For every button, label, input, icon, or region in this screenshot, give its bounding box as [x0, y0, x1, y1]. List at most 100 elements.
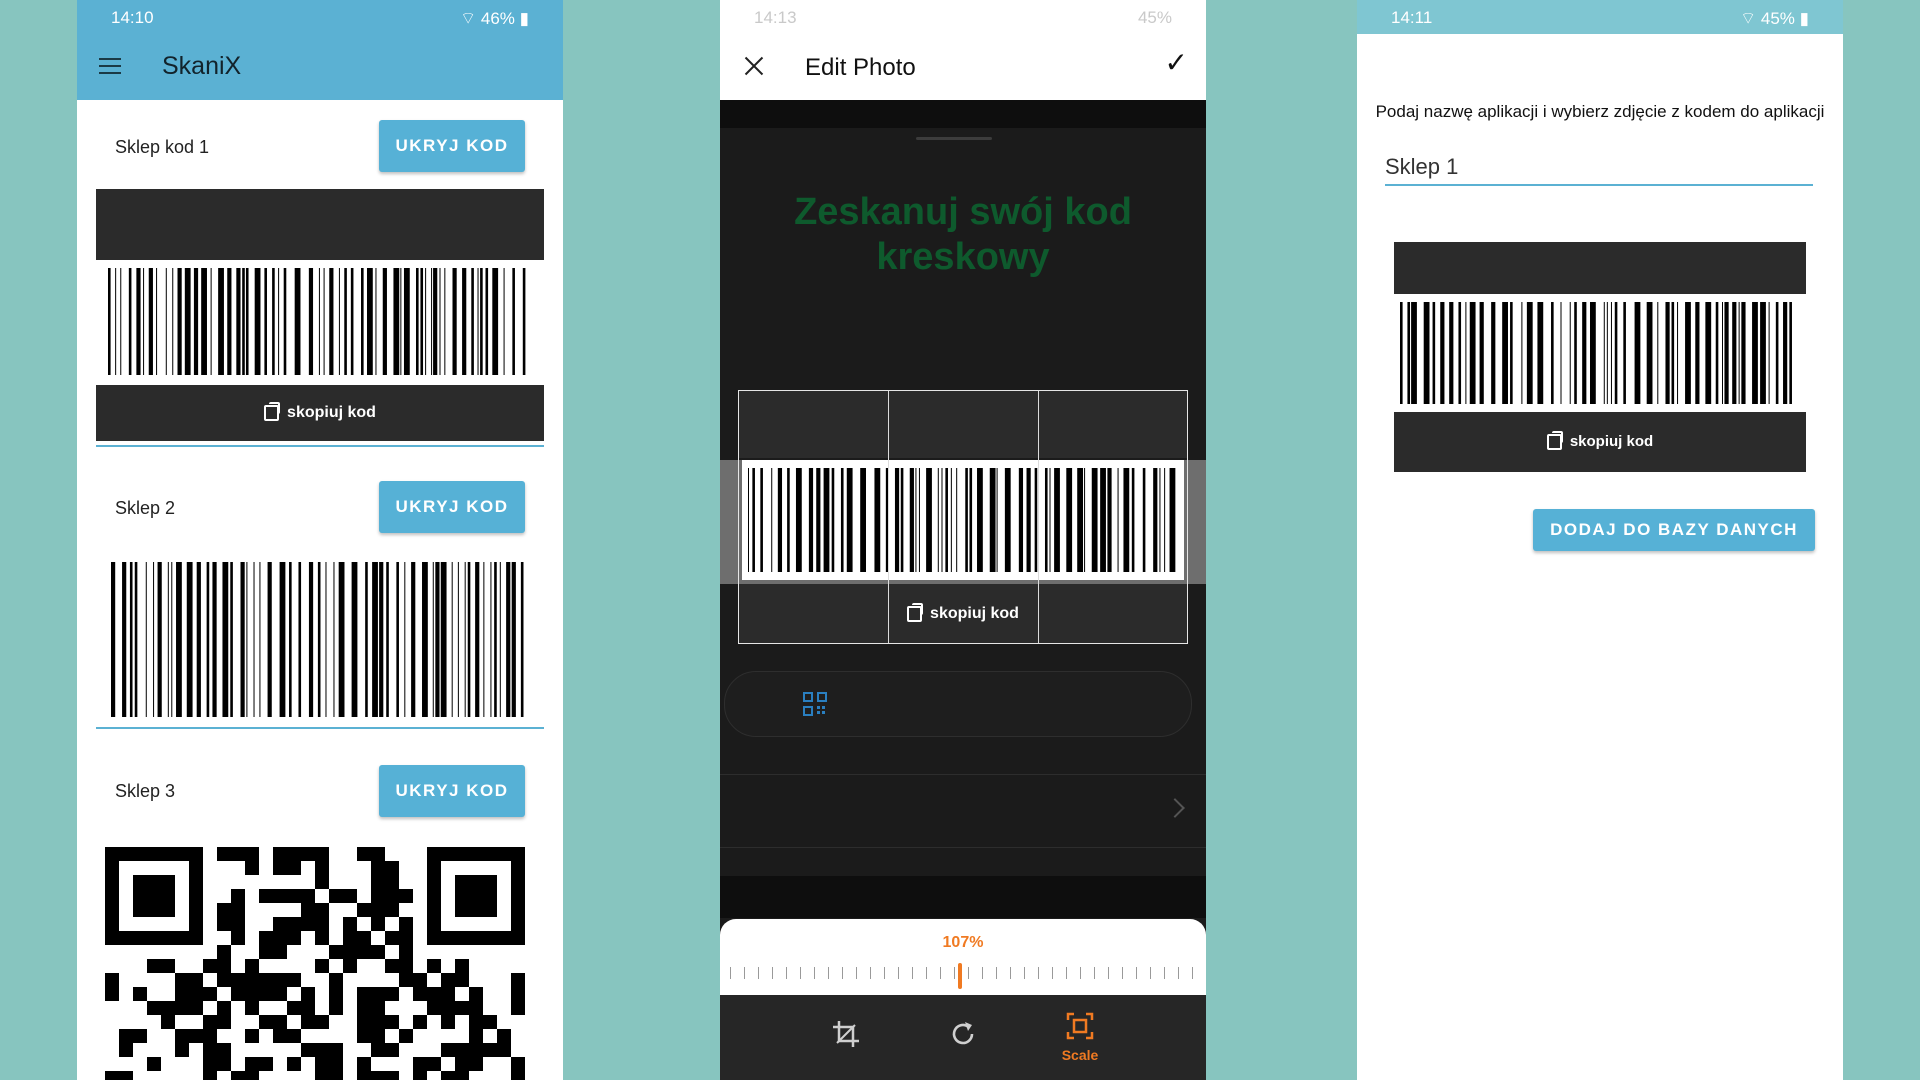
scale-ruler-tick [968, 967, 969, 979]
scale-ruler-tick [926, 967, 927, 979]
qr-scan-icon[interactable] [803, 692, 827, 716]
scale-ruler-tick [1136, 967, 1137, 979]
copy-code-button[interactable]: skopiuj kod [96, 385, 544, 441]
card-divider [96, 445, 544, 447]
hide-code-button[interactable]: UKRYJ KOD [379, 765, 525, 817]
scale-ruler-tick [1010, 967, 1011, 979]
scale-ruler-tick [870, 967, 871, 979]
barcode-header-block [96, 189, 544, 260]
app-title: SkaniX [162, 52, 242, 80]
zoom-level: 107% [942, 934, 984, 951]
status-right: 45% [1138, 8, 1172, 28]
wifi-icon: ⌔ [460, 9, 477, 28]
copy-code-button[interactable]: skopiuj kod [1394, 412, 1806, 472]
scale-ruler-tick [954, 967, 955, 979]
barcode-image [105, 562, 535, 717]
copy-label: skopiuj kod [1569, 433, 1654, 450]
scale-panel: 107% [720, 919, 1206, 995]
scale-ruler[interactable] [726, 963, 1200, 989]
hide-code-button[interactable]: UKRYJ KOD [379, 120, 525, 172]
instruction-text: Podaj nazwę aplikacji i wybierz zdjęcie … [1375, 102, 1825, 121]
scale-icon [1066, 1012, 1094, 1040]
scale-label: Scale [1061, 1047, 1099, 1063]
scale-ruler-tick [898, 967, 899, 979]
status-time: 14:11 [1391, 8, 1433, 27]
scale-ruler-tick [940, 967, 941, 979]
wifi-icon: ⌔ [1740, 9, 1757, 28]
scale-ruler-tick [828, 967, 829, 979]
battery-icon: ▮ [519, 9, 529, 28]
status-bar: 14:10 ⌔ 46% ▮ [77, 0, 563, 34]
scale-ruler-tick [856, 967, 857, 979]
card-label: Sklep kod 1 [115, 137, 210, 157]
battery-text: 45% [1137, 8, 1172, 27]
rotate-tool[interactable] [903, 995, 1023, 1080]
crop-icon [833, 1021, 859, 1047]
status-time: 14:13 [754, 8, 797, 27]
add-to-database-button[interactable]: DODAJ DO BAZY DANYCH [1533, 509, 1815, 551]
scale-ruler-tick [1108, 967, 1109, 979]
phone-skanix-list: 14:10 ⌔ 46% ▮ SkaniX Sklep kod 1 UKRYJ K… [77, 0, 563, 1080]
status-right: ⌔ 45% ▮ [1740, 8, 1809, 29]
scale-ruler-tick [1024, 967, 1025, 979]
battery-icon: ▮ [1799, 9, 1809, 28]
scale-ruler-tick [1164, 967, 1165, 979]
scale-ruler-tick [1150, 967, 1151, 979]
top-strip [720, 100, 1206, 128]
scale-ruler-tick [744, 967, 745, 979]
battery-text: 46% [480, 9, 515, 28]
battery-text: 45% [1760, 9, 1795, 28]
qr-code-image [105, 847, 525, 1080]
scale-tool[interactable]: Scale [1020, 995, 1140, 1080]
bottom-strip [720, 876, 1206, 918]
scale-ruler-tick [758, 967, 759, 979]
phone-edit-photo: 14:13 45% Edit Photo ✓ Zeskanuj swój kod… [720, 0, 1206, 1080]
scale-ruler-tick [1192, 967, 1193, 979]
scale-ruler-tick [842, 967, 843, 979]
scale-ruler-tick [800, 967, 801, 979]
scale-ruler-tick [772, 967, 773, 979]
copy-icon [1546, 431, 1563, 451]
hidden-row[interactable] [720, 774, 1206, 848]
app-bar: SkaniX [77, 34, 563, 100]
app-name-input[interactable] [1385, 150, 1813, 186]
crop-frame[interactable] [738, 390, 1188, 644]
scale-ruler-tick [1038, 967, 1039, 979]
crop-area[interactable]: skopiuj kod [738, 390, 1188, 644]
scale-ruler-tick [1094, 967, 1095, 979]
copy-icon [264, 401, 281, 421]
scale-ruler-indicator[interactable] [958, 963, 962, 989]
scale-ruler-tick [1052, 967, 1053, 979]
rotate-icon [952, 1022, 974, 1045]
edit-header: Edit Photo ✓ [720, 34, 1206, 100]
status-right: ⌔ 46% ▮ [460, 8, 529, 29]
scale-ruler-tick [982, 967, 983, 979]
chevron-right-icon[interactable] [1165, 798, 1185, 818]
sheet-handle[interactable] [916, 137, 992, 140]
phone-add-code: 14:11 ⌔ 45% ▮ Podaj nazwę aplikacji i wy… [1357, 0, 1843, 1080]
edit-toolbar: Scale [720, 995, 1206, 1080]
barcode-image [1394, 294, 1806, 412]
crop-tool[interactable] [786, 995, 906, 1080]
scale-ruler-tick [1066, 967, 1067, 979]
scale-ruler-tick [730, 967, 731, 979]
card-divider [96, 727, 544, 729]
scale-ruler-tick [996, 967, 997, 979]
scale-ruler-tick [786, 967, 787, 979]
barcode-image [96, 260, 544, 385]
scale-ruler-tick [1080, 967, 1081, 979]
scan-pill[interactable] [724, 671, 1192, 737]
edit-photo-title: Edit Photo [805, 54, 916, 81]
scale-ruler-tick [814, 967, 815, 979]
close-icon[interactable] [742, 54, 766, 78]
hide-code-button[interactable]: UKRYJ KOD [379, 481, 525, 533]
confirm-check-icon[interactable]: ✓ [1165, 46, 1188, 79]
scale-ruler-tick [1122, 967, 1123, 979]
status-bar: 14:13 45% [720, 0, 1206, 34]
status-time: 14:10 [111, 8, 154, 27]
menu-icon[interactable] [99, 58, 121, 76]
scale-ruler-tick [884, 967, 885, 979]
status-bar: 14:11 ⌔ 45% ▮ [1357, 0, 1843, 34]
scan-title: Zeskanuj swój kod kreskowy [794, 191, 1132, 278]
scale-ruler-tick [912, 967, 913, 979]
